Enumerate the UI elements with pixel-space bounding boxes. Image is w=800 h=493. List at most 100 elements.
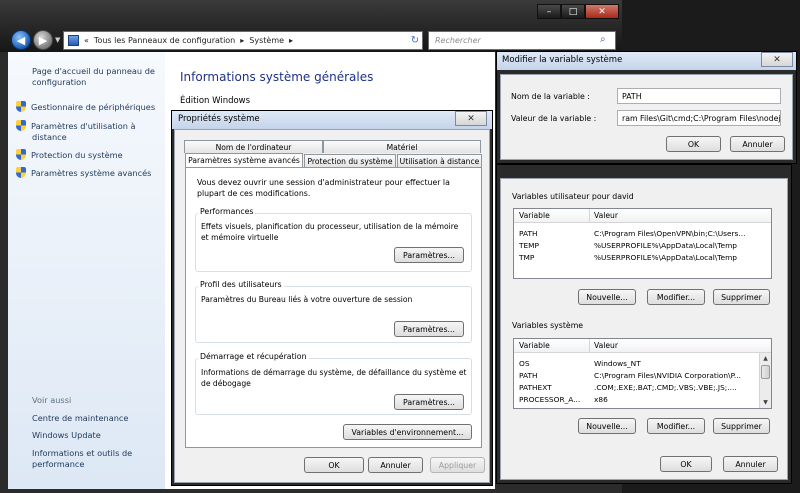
maximize-button[interactable]: □ [561, 4, 585, 19]
search-icon[interactable]: ⌕ [600, 34, 612, 46]
tab-remote[interactable]: Utilisation à distance [397, 154, 482, 167]
group-title: Profil des utilisateurs [198, 280, 284, 289]
shield-icon [16, 120, 26, 131]
variable-value: Windows_NT [594, 359, 641, 368]
tab-system-protection[interactable]: Protection du système [304, 154, 396, 167]
breadcrumb-prefix: « [84, 36, 89, 45]
sidebar-item-device-manager[interactable]: Gestionnaire de périphériques [16, 101, 164, 113]
refresh-button[interactable]: ↻ [406, 31, 424, 50]
variable-value: .COM;.EXE;.BAT;.CMD;.VBS;.VBE;.JS;.... [594, 383, 737, 392]
group-description: Paramètres du Bureau liés à votre ouvert… [201, 295, 413, 304]
arrow-left-icon: ◀ [16, 33, 26, 47]
performance-settings-button[interactable]: Paramètres... [394, 247, 464, 263]
variable-value-label: Valeur de la variable : [511, 114, 597, 123]
variable-name: PATH [519, 371, 538, 380]
user-variables-heading: Variables utilisateur pour david [512, 192, 634, 201]
list-header: Variable Valeur [514, 209, 771, 223]
variable-name-field[interactable]: PATH [617, 88, 781, 104]
sidebar-item-label: Gestionnaire de périphériques [31, 102, 156, 112]
see-also-windows-update[interactable]: Windows Update [32, 430, 101, 441]
tab-advanced[interactable]: Paramètres système avancés [185, 153, 303, 167]
system-variables-list[interactable]: Variable Valeur OS Windows_NT PATH C:\Prog… [513, 338, 772, 409]
sidebar-home-link[interactable]: Page d'accueil du panneau de configurati… [32, 66, 160, 88]
scroll-up-icon[interactable]: ▲ [760, 353, 771, 364]
edit-ok-button[interactable]: OK [666, 136, 721, 152]
forward-button[interactable]: ▶ [33, 30, 53, 50]
startup-recovery-settings-button[interactable]: Paramètres... [394, 394, 464, 410]
column-header-variable[interactable]: Variable [519, 211, 550, 220]
sidebar-item-advanced-settings[interactable]: Paramètres système avancés [16, 167, 164, 179]
scroll-down-icon[interactable]: ▼ [760, 397, 771, 408]
env-cancel-button[interactable]: Annuler [723, 456, 778, 472]
dialog-close-button[interactable]: ✕ [761, 52, 793, 67]
sidebar-item-system-protection[interactable]: Protection du système [16, 149, 164, 161]
edit-cancel-button[interactable]: Annuler [730, 136, 785, 152]
list-item[interactable]: OS Windows_NT [514, 358, 758, 370]
shield-icon [16, 167, 26, 178]
see-also-action-center[interactable]: Centre de maintenance [32, 413, 128, 424]
list-item[interactable]: PATH C:\Program Files\NVIDIA Corporation\… [514, 370, 758, 382]
column-header-value[interactable]: Valeur [594, 341, 618, 350]
env-ok-button[interactable]: OK [660, 456, 712, 472]
breadcrumb-separator[interactable]: ▸ [289, 36, 293, 45]
list-item[interactable]: TMP %USERPROFILE%\AppData\Local\Temp [514, 252, 771, 264]
arrow-right-icon: ▶ [38, 33, 48, 47]
refresh-icon: ↻ [410, 35, 420, 46]
dialog-close-button[interactable]: ✕ [455, 111, 487, 126]
user-edit-button[interactable]: Modifier... [647, 289, 705, 305]
close-button[interactable]: ✕ [585, 4, 619, 19]
ok-button[interactable]: OK [304, 457, 364, 473]
column-divider[interactable] [589, 209, 590, 223]
list-item[interactable]: PATHEXT .COM;.EXE;.BAT;.CMD;.VBS;.VBE;.JS… [514, 382, 758, 394]
variable-name-label: Nom de la variable : [511, 92, 590, 101]
list-item[interactable]: PROCESSOR_A... x86 [514, 394, 758, 406]
apply-button[interactable]: Appliquer [430, 457, 485, 473]
user-new-button[interactable]: Nouvelle... [578, 289, 636, 305]
user-delete-button[interactable]: Supprimer [713, 289, 770, 305]
group-title: Démarrage et récupération [198, 352, 309, 361]
shield-icon [16, 101, 26, 112]
breadcrumb-item-all-panels[interactable]: Tous les Panneaux de configuration [94, 36, 235, 45]
variable-name: TEMP [519, 241, 540, 250]
variable-value: %USERPROFILE%\AppData\Local\Temp [594, 241, 737, 250]
see-also-heading: Voir aussi [32, 395, 72, 405]
variable-name: TMP [519, 253, 535, 262]
column-divider[interactable] [589, 339, 590, 353]
control-panel-icon [68, 35, 79, 46]
chevron-down-icon: ▼ [55, 36, 61, 44]
list-item[interactable]: PATH C:\Program Files\OpenVPN\bin;C:\User… [514, 228, 771, 240]
column-header-variable[interactable]: Variable [519, 341, 550, 350]
recent-pages-dropdown[interactable]: ▼ [55, 36, 60, 44]
sidebar-item-label: Paramètres système avancés [31, 168, 152, 178]
back-button[interactable]: ◀ [11, 30, 31, 50]
see-also-performance[interactable]: Informations et outils de performance [32, 448, 150, 470]
list-item[interactable]: TEMP %USERPROFILE%\AppData\Local\Temp [514, 240, 771, 252]
address-bar[interactable]: « Tous les Panneaux de configuration ▸ S… [63, 31, 423, 50]
sidebar-item-remote-settings[interactable]: Paramètres d'utilisation à distance [16, 120, 142, 143]
sidebar-item-label: Protection du système [31, 150, 123, 160]
vertical-scrollbar[interactable]: ▲ ▼ [759, 353, 771, 408]
system-edit-button[interactable]: Modifier... [647, 418, 705, 434]
system-delete-button[interactable]: Supprimer [713, 418, 770, 434]
breadcrumb-separator[interactable]: ▸ [240, 36, 244, 45]
breadcrumb-item-system[interactable]: Système [249, 36, 284, 45]
variable-name: PATHEXT [519, 383, 552, 392]
system-new-button[interactable]: Nouvelle... [578, 418, 636, 434]
user-profiles-settings-button[interactable]: Paramètres... [394, 321, 464, 337]
dialog-title: Modifier la variable système [502, 55, 623, 65]
minimize-button[interactable]: – [537, 4, 561, 19]
search-input[interactable]: Rechercher [428, 31, 616, 50]
group-title: Performances [198, 207, 256, 216]
user-variables-list[interactable]: Variable Valeur PATH C:\Program Files\Ope… [513, 208, 772, 279]
variable-name: OS [519, 359, 530, 368]
sidebar-item-label: Paramètres d'utilisation à distance [31, 121, 136, 142]
cancel-button[interactable]: Annuler [368, 457, 423, 473]
tab-computer-name[interactable]: Nom de l'ordinateur [184, 140, 323, 153]
variable-name: PATH [519, 229, 538, 238]
variable-name: PROCESSOR_A... [519, 395, 581, 404]
tab-hardware[interactable]: Matériel [323, 140, 481, 153]
column-header-value[interactable]: Valeur [594, 211, 618, 220]
variable-value-field[interactable]: ram Files\Git\cmd;C:\Program Files\nodej… [617, 110, 781, 126]
environment-variables-button[interactable]: Variables d'environnement... [343, 424, 472, 440]
scrollbar-thumb[interactable] [761, 365, 770, 379]
